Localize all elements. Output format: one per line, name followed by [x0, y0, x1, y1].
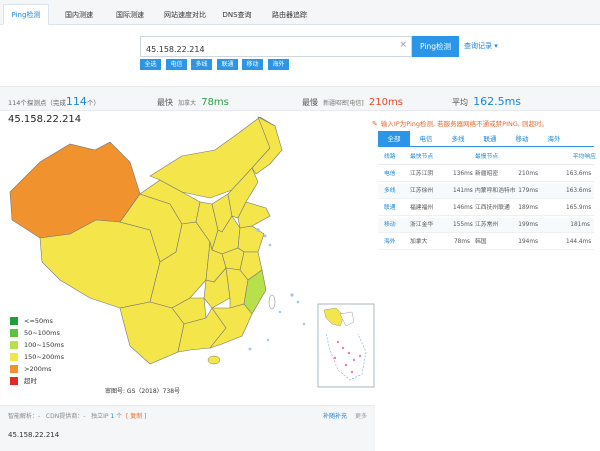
edit-icon: ✎ [372, 120, 378, 128]
table-header: 线路 最快节点 最慢节点 平均响应 [378, 150, 596, 165]
ping-button[interactable]: Ping检测 [412, 36, 459, 57]
map-approval-number: 审图号: GS（2018）738号 [105, 388, 181, 395]
region-taiwan[interactable] [268, 294, 276, 310]
more-link[interactable]: 更多 [355, 413, 367, 420]
tab-traceroute[interactable]: 路由器追踪 [262, 4, 317, 25]
table-row: 移动 浙江金华 155ms 江苏常州 199ms 181ms [378, 218, 594, 233]
supplement-link[interactable]: 补随补充 [323, 413, 347, 420]
legend-swatch [10, 317, 18, 325]
resolved-ip: 45.158.22.214 [8, 431, 60, 439]
notice: ✎ 输入IP为Ping检测, 若服务器网络不通或禁PING, 则超时。 [372, 118, 548, 128]
tab-ping[interactable]: Ping检测 [3, 4, 49, 25]
filter-overseas[interactable]: 海外 [268, 59, 289, 70]
map-regions [9, 116, 283, 365]
table-row: 多线 江苏徐州 141ms 内蒙呼和浩特市 179ms 163.6ms [378, 184, 594, 199]
legend-swatch [10, 329, 18, 337]
rtab-all[interactable]: 全部 [378, 131, 410, 147]
history-link[interactable]: 查询记录 ▾ [464, 41, 498, 51]
rtab-overseas[interactable]: 海外 [538, 131, 570, 147]
legend-swatch [10, 341, 18, 349]
rtab-mobile[interactable]: 移动 [506, 131, 538, 147]
search-box: × [140, 36, 412, 59]
notice-text: 输入IP为Ping检测, 若服务器网络不通或禁PING, 则超时。 [380, 120, 549, 128]
table-row: 电信 江苏江阴 136ms 新疆昭密 210ms 163.6ms [378, 167, 594, 182]
probe-count: 114个探测点（完成114个） [8, 95, 100, 108]
table-row: 海外 加拿大 78ms 韩国 194ms 144.4ms [378, 235, 594, 250]
line-tabs: 全部 电信 多线 联通 移动 海外 [378, 131, 594, 147]
filter-unicom[interactable]: 联通 [217, 59, 238, 70]
rtab-multiline[interactable]: 多线 [442, 131, 474, 147]
summary-bar: 114个探测点（完成114个） 最快 加拿大 78ms 最慢 新疆昭密[电信] … [0, 86, 600, 111]
search-panel: × Ping检测 查询记录 ▾ 全选 电信 多线 联通 移动 海外 [0, 26, 600, 86]
filter-multiline[interactable]: 多线 [191, 59, 212, 70]
table-row: 联通 福建福州 146ms 江西抚州联通 189ms 165.9ms [378, 201, 594, 216]
ip-input[interactable] [141, 40, 391, 59]
legend-swatch [10, 353, 18, 361]
copy-link[interactable]: [ 复制 ] [126, 413, 147, 420]
filter-telecom[interactable]: 电信 [166, 59, 187, 70]
fastest-summary: 最快 加拿大 78ms [157, 97, 229, 108]
legend-swatch [10, 365, 18, 373]
south-china-sea-inset [317, 303, 375, 388]
region-hainan[interactable] [207, 355, 221, 365]
region-云南[interactable] [119, 301, 185, 365]
rtab-telecom[interactable]: 电信 [410, 131, 442, 147]
region-江苏[interactable] [237, 225, 265, 253]
tab-international-speed[interactable]: 国际测速 [106, 4, 154, 25]
filter-mobile[interactable]: 移动 [242, 59, 263, 70]
clear-icon[interactable]: × [399, 40, 407, 50]
filter-all[interactable]: 全选 [140, 59, 161, 70]
rtab-unicom[interactable]: 联通 [474, 131, 506, 147]
resolve-status: 智能解析：- CDN提供商：- 独立IP 1 个 [ 复制 ] [8, 413, 147, 420]
average-summary: 平均 162.5ms [452, 95, 522, 108]
tab-site-compare[interactable]: 网站速度对比 [156, 4, 214, 25]
tab-dns[interactable]: DNS查询 [216, 4, 258, 25]
tab-domestic-speed[interactable]: 国内测速 [55, 4, 103, 25]
bottom-actions: 补随补充 更多 [323, 411, 367, 420]
legend-swatch [10, 377, 18, 385]
slowest-summary: 最慢 新疆昭密[电信] 210ms [302, 97, 403, 108]
bottom-info: 智能解析：- CDN提供商：- 独立IP 1 个 [ 复制 ] 补随补充 更多 … [0, 405, 375, 451]
top-nav: Ping检测 国内测速 国际测速 网站速度对比 DNS查询 路由器追踪 [0, 0, 600, 25]
